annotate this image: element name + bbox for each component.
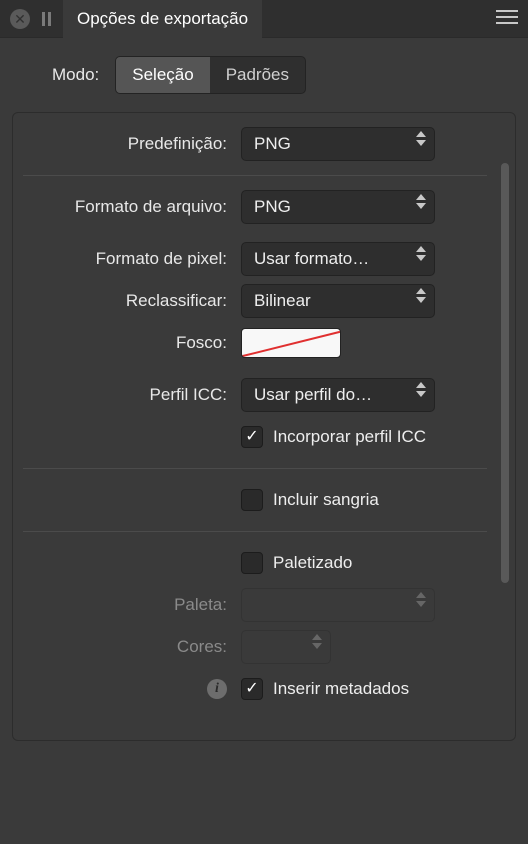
file-format-dropdown[interactable]: PNG [241, 190, 435, 224]
collapse-icon[interactable] [42, 12, 51, 26]
divider [23, 531, 487, 532]
mode-segmented: Seleção Padrões [115, 56, 306, 94]
pixel-format-value: Usar formato… [254, 249, 369, 269]
bleed-label: Incluir sangria [273, 490, 379, 510]
row-matte: Fosco: [23, 322, 487, 364]
icc-dropdown[interactable]: Usar perfil do… [241, 378, 435, 412]
tab-label: Opções de exportação [77, 9, 248, 29]
row-palette: Paleta: [23, 584, 487, 626]
matte-color-swatch[interactable] [241, 328, 341, 358]
mode-label: Modo: [52, 65, 99, 85]
palette-label: Paleta: [23, 595, 241, 615]
icc-label: Perfil ICC: [23, 385, 241, 405]
mode-option-defaults[interactable]: Padrões [210, 57, 305, 93]
preset-dropdown[interactable]: PNG [241, 127, 435, 161]
row-bleed: Incluir sangria [23, 479, 487, 521]
palettised-checkbox[interactable] [241, 552, 263, 574]
preset-value: PNG [254, 134, 291, 154]
row-file-format: Formato de arquivo: PNG [23, 186, 487, 228]
panel-menu-icon[interactable] [496, 10, 518, 24]
mode-option-selection[interactable]: Seleção [116, 57, 209, 93]
scrollbar[interactable] [501, 163, 511, 583]
row-colors: Cores: [23, 626, 487, 668]
embed-icc-label: Incorporar perfil ICC [273, 427, 426, 447]
close-icon[interactable]: ✕ [10, 9, 30, 29]
file-format-label: Formato de arquivo: [23, 197, 241, 217]
row-icc-profile: Perfil ICC: Usar perfil do… [23, 374, 487, 416]
resample-value: Bilinear [254, 291, 311, 311]
row-embed-icc: Incorporar perfil ICC [23, 416, 487, 458]
metadata-label: Inserir metadados [273, 679, 409, 699]
file-format-value: PNG [254, 197, 291, 217]
stepper-icon [414, 592, 428, 607]
palettised-label: Paletizado [273, 553, 352, 573]
colors-label: Cores: [23, 637, 241, 657]
stepper-icon [414, 246, 428, 261]
row-palettised: Paletizado [23, 542, 487, 584]
divider [23, 175, 487, 176]
stepper-icon [310, 634, 324, 649]
mode-row: Modo: Seleção Padrões [0, 38, 528, 112]
row-metadata: i Inserir metadados [23, 668, 487, 710]
icc-value: Usar perfil do… [254, 385, 372, 405]
matte-label: Fosco: [23, 333, 241, 353]
preset-label: Predefinição: [23, 134, 241, 154]
resample-label: Reclassificar: [23, 291, 241, 311]
colors-stepper [241, 630, 331, 664]
pixel-format-dropdown[interactable]: Usar formato… [241, 242, 435, 276]
panel-tab-export-options[interactable]: Opções de exportação [63, 0, 262, 38]
divider [23, 468, 487, 469]
row-resample: Reclassificar: Bilinear [23, 280, 487, 322]
pixel-format-label: Formato de pixel: [23, 249, 241, 269]
row-preset: Predefinição: PNG [23, 123, 487, 165]
titlebar: ✕ Opções de exportação [0, 0, 528, 38]
stepper-icon [414, 382, 428, 397]
stepper-icon [414, 288, 428, 303]
resample-dropdown[interactable]: Bilinear [241, 284, 435, 318]
embed-icc-checkbox[interactable] [241, 426, 263, 448]
info-icon[interactable]: i [207, 679, 227, 699]
stepper-icon [414, 131, 428, 146]
palette-dropdown [241, 588, 435, 622]
stepper-icon [414, 194, 428, 209]
row-pixel-format: Formato de pixel: Usar formato… [23, 238, 487, 280]
metadata-checkbox[interactable] [241, 678, 263, 700]
include-bleed-checkbox[interactable] [241, 489, 263, 511]
export-panel: Predefinição: PNG Formato de arquivo: PN… [12, 112, 516, 741]
